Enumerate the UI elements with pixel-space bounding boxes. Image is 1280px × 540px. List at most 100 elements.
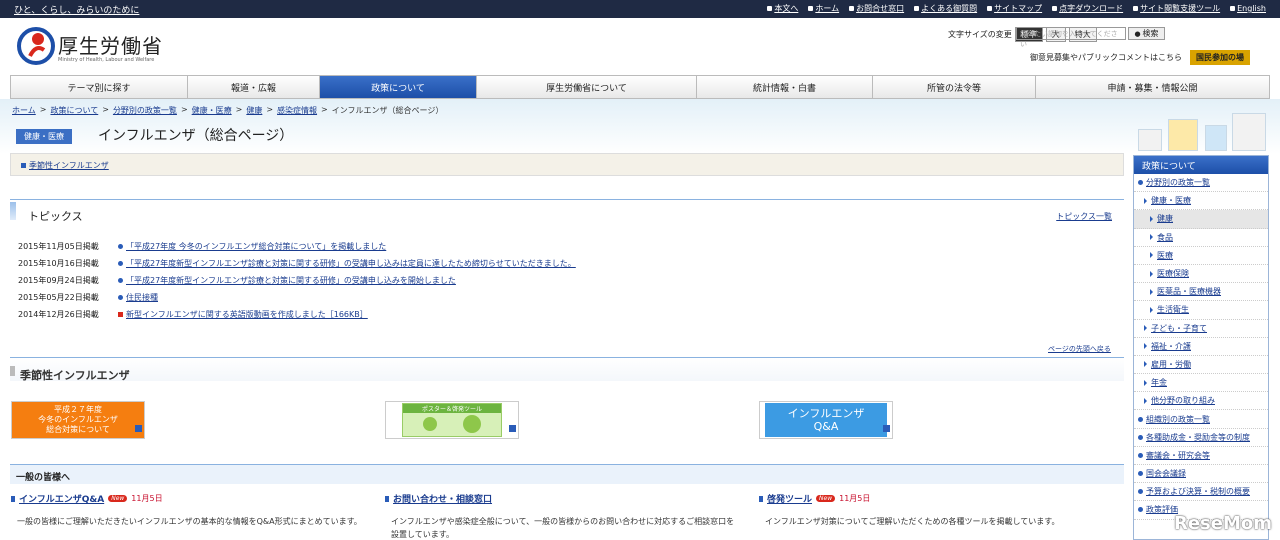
nav-policy[interactable]: 政策について [320,76,477,98]
accessibility-icon [1133,6,1139,11]
utility-link-contact[interactable]: お問合せ窓口 [849,3,904,14]
bullet-icon [118,278,123,283]
sidebar-item[interactable]: 食品 [1134,229,1268,247]
sidebar-item[interactable]: 健康 [1134,210,1268,229]
search-button[interactable]: ● 検索 [1128,27,1165,40]
general-public-header: 一般の皆様へ [10,464,1124,484]
side-nav-title[interactable]: 政策について [1134,156,1268,174]
sidebar-item-label[interactable]: 医療 [1157,250,1173,261]
sidebar-item[interactable]: 予算および決算・税制の概要 [1134,483,1268,502]
tagline-link[interactable]: ひと、くらし、みらいのために [14,3,139,16]
sidebar-item-label[interactable]: 雇用・労働 [1151,359,1191,370]
sidebar-item[interactable]: 医療保険 [1134,265,1268,284]
sidebar-item-label[interactable]: 年金 [1151,377,1167,388]
seasonal-title: 季節性インフルエンザ [20,369,130,382]
utility-link-braille[interactable]: 点字ダウンロード [1052,3,1123,14]
sidebar-item[interactable]: 国会会議録 [1134,465,1268,484]
info-card: お問い合わせ・相談窓口 インフルエンザや感染症全般について、一般の皆様からのお問… [385,492,745,540]
sidebar-item[interactable]: 生活衛生 [1134,301,1268,320]
breadcrumb-policy[interactable]: 政策について [50,105,98,116]
sidebar-item-label[interactable]: 健康・医療 [1151,195,1191,206]
topic-link[interactable]: 「平成27年度新型インフルエンザ診療と対策に関する研修」の受講申し込みは定員に達… [126,259,576,268]
nav-laws[interactable]: 所管の法令等 [873,76,1036,98]
sidebar-item[interactable]: 医薬品・医療機器 [1134,283,1268,302]
sitemap-icon [987,6,993,11]
sidebar-item[interactable]: 組織別の政策一覧 [1134,410,1268,429]
list-item: 2015年09月24日掲載 「平成27年度新型インフルエンザ診療と対策に関する研修… [18,272,718,289]
sidebar-item-label[interactable]: 審議会・研究会等 [1146,450,1210,461]
banner-countermeasures[interactable]: 平成２７年度 今冬のインフルエンザ 総合対策について [11,401,145,439]
sidebar-item[interactable]: 子ども・子育て [1134,320,1268,338]
sidebar-item[interactable]: 各種助成金・奨励金等の制度 [1134,429,1268,447]
sidebar-item-label[interactable]: 生活衛生 [1157,304,1189,315]
sidebar-item-label[interactable]: 国会会議録 [1146,468,1186,479]
nav-about[interactable]: 厚生労働省について [477,76,697,98]
utility-link-home[interactable]: ホーム [808,3,839,14]
sidebar-item[interactable]: 他分野の取り組み [1134,392,1268,411]
bullet-icon [1138,507,1143,513]
sidebar-item-label[interactable]: 福祉・介護 [1151,341,1191,352]
sidebar-item-label[interactable]: 食品 [1157,232,1173,243]
breadcrumb-health-medical[interactable]: 健康・医療 [192,105,232,116]
utility-link-accessibility[interactable]: サイト閲覧支援ツール [1133,3,1220,14]
bullet-icon [1138,416,1143,422]
sidebar-item-label[interactable]: 他分野の取り組み [1151,395,1215,406]
sidebar-item-label[interactable]: 医薬品・医療機器 [1157,286,1221,297]
topics-more-link[interactable]: トピックス一覧 [1056,211,1112,222]
sidebar-item[interactable]: 福祉・介護 [1134,338,1268,356]
bullet-icon [767,6,773,11]
mhlw-logo-icon[interactable] [16,26,56,66]
card-title-link[interactable]: お問い合わせ・相談窓口 [393,492,492,505]
topic-link[interactable]: 住民接種 [126,293,158,302]
sidebar-item-label[interactable]: 予算および決算・税制の概要 [1146,486,1250,497]
nav-press[interactable]: 報道・広報 [188,76,320,98]
nav-theme[interactable]: テーマ別に探す [11,76,188,98]
utility-link-english[interactable]: English [1230,3,1266,14]
sidebar-item-label[interactable]: 医療保険 [1157,268,1189,279]
breadcrumb-infection[interactable]: 感染症情報 [277,105,317,116]
nav-applications[interactable]: 申請・募集・情報公開 [1036,76,1269,98]
breadcrumb-sep: > [235,105,243,114]
breadcrumb-health[interactable]: 健康 [246,105,262,116]
banner-qa[interactable]: インフルエンザ Q&A [759,401,893,439]
sidebar-item-label[interactable]: 健康 [1157,213,1173,224]
triangle-icon [1144,361,1147,368]
page-top-link[interactable]: ページの先頭へ戻る [1048,344,1111,354]
sidebar-item[interactable]: 分野別の政策一覧 [1134,174,1268,193]
sidebar-item-label[interactable]: 分野別の政策一覧 [1146,177,1210,188]
utility-link-sitemap[interactable]: サイトマップ [987,3,1042,14]
org-name[interactable]: 厚生労働省 [58,30,163,59]
breadcrumb-home[interactable]: ホーム [12,105,36,116]
card-title-link[interactable]: 啓発ツール [767,492,812,505]
banner-posters-tools[interactable]: ポスター＆啓発ツール [385,401,519,439]
utility-link-faq[interactable]: よくある御質問 [914,3,977,14]
public-comment-link[interactable]: 御意見募集やパブリックコメントはこちら [1030,52,1182,63]
join-button[interactable]: 国民参加の場 [1190,50,1250,65]
external-link-icon [135,425,142,432]
topic-link[interactable]: 「平成27年度 今冬のインフルエンザ総合対策について」を掲載しました [126,242,386,251]
bullet-icon [118,295,123,300]
topics-list: 2015年11月05日掲載 「平成27年度 今冬のインフルエンザ総合対策について」… [18,238,718,323]
triangle-icon [1144,379,1147,386]
sidebar-item-label[interactable]: 子ども・子育て [1151,323,1207,334]
sidebar-item[interactable]: 雇用・労働 [1134,356,1268,375]
nav-statistics[interactable]: 統計情報・白書 [697,76,873,98]
sidebar-item[interactable]: 医療 [1134,247,1268,265]
topic-link[interactable]: 「平成27年度新型インフルエンザ診療と対策に関する研修」の受講申し込みを開始しま… [126,276,456,285]
sidebar-item[interactable]: 審議会・研究会等 [1134,447,1268,465]
bullet-icon [118,244,123,249]
house-illustration [1168,119,1198,151]
search-input[interactable]: 調べたい語句を入力してください [1016,27,1126,48]
breadcrumb-policy-list[interactable]: 分野別の政策一覧 [113,105,177,116]
watermark-logo: ReseMom [1173,513,1272,534]
sidebar-item-label[interactable]: 各種助成金・奨励金等の制度 [1146,432,1250,443]
sidebar-item-label[interactable]: 組織別の政策一覧 [1146,414,1210,425]
sidebar-item[interactable]: 年金 [1134,374,1268,393]
topic-text: 「平成27年度 今冬のインフルエンザ総合対策について」を掲載しました [126,241,386,252]
topic-link[interactable]: 新型インフルエンザに関する英語版動画を作成しました［166KB］ [126,310,368,319]
anchor-link-seasonal[interactable]: 季節性インフルエンザ [29,161,109,170]
breadcrumb-sep: > [102,105,109,114]
utility-link-skip[interactable]: 本文へ [767,3,798,14]
card-title-link[interactable]: インフルエンザQ&A [19,492,104,505]
sidebar-item[interactable]: 健康・医療 [1134,192,1268,211]
